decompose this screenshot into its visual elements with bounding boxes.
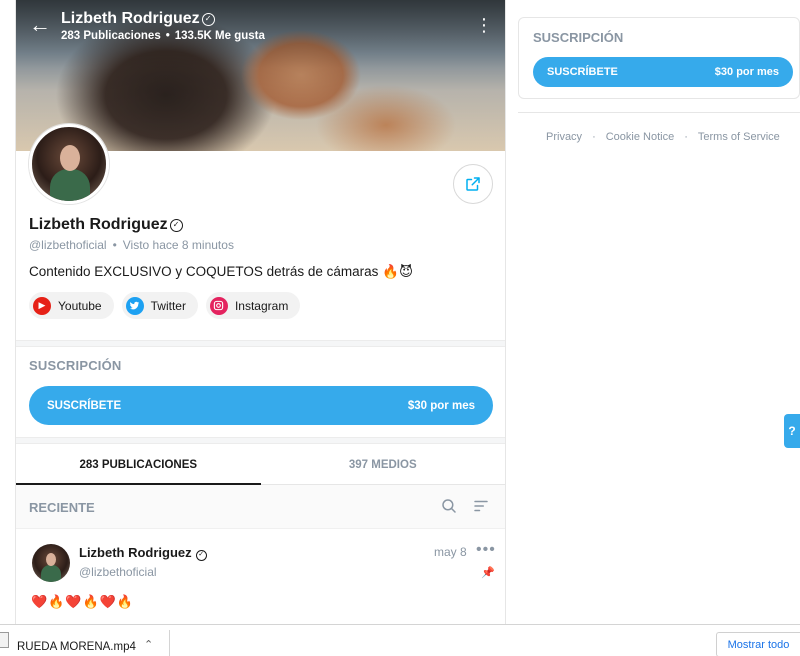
social-label: Twitter bbox=[150, 298, 186, 313]
share-button[interactable] bbox=[453, 164, 493, 204]
sort-icon[interactable] bbox=[472, 497, 492, 517]
avatar-body bbox=[50, 169, 90, 201]
verified-icon: ✓ bbox=[169, 219, 183, 232]
subscribe-label: SUSCRÍBETE bbox=[47, 399, 122, 412]
cover-name-text: Lizbeth Rodriguez bbox=[61, 10, 200, 27]
feed-section-label: RECIENTE bbox=[29, 500, 95, 515]
avatar-body bbox=[41, 565, 61, 582]
show-all-downloads-button[interactable]: Mostrar todo bbox=[716, 632, 800, 656]
tab-posts[interactable]: 283 PUBLICACIONES bbox=[16, 446, 261, 485]
subscribe-price: $30 por mes bbox=[714, 66, 779, 78]
social-link-twitter[interactable]: Twitter bbox=[121, 292, 198, 319]
feed-post: Lizbeth Rodriguez ✓ @lizbethoficial may 8… bbox=[16, 530, 505, 624]
sidebar-subscription-title: SUSCRIPCIÓN bbox=[533, 30, 624, 45]
post-more-icon[interactable]: ••• bbox=[476, 541, 496, 559]
more-options-icon[interactable]: ⋮ bbox=[475, 16, 493, 34]
post-handle[interactable]: @lizbethoficial bbox=[79, 565, 157, 579]
social-link-instagram[interactable]: Instagram bbox=[205, 292, 301, 319]
dot-separator: • bbox=[112, 238, 117, 252]
page: ← Lizbeth Rodriguez ✓ 283 Publicaciones • 1… bbox=[0, 0, 800, 656]
twitter-icon bbox=[125, 296, 144, 315]
avatar-face bbox=[46, 553, 56, 566]
post-date: may 8 bbox=[434, 545, 467, 559]
file-icon bbox=[0, 632, 9, 648]
post-text: ❤️🔥❤️🔥❤️🔥 bbox=[31, 594, 135, 609]
cover-stats: 283 Publicaciones • 133.5K Me gusta bbox=[61, 30, 265, 42]
profile-column: ← Lizbeth Rodriguez ✓ 283 Publicaciones • 1… bbox=[15, 0, 506, 624]
profile-name-text: Lizbeth Rodriguez bbox=[29, 216, 168, 233]
verified-icon: ✓ bbox=[201, 13, 215, 26]
sidebar-subscription-card: SUSCRIPCIÓN SUSCRÍBETE $30 por mes bbox=[518, 17, 800, 99]
profile-name: Lizbeth Rodriguez ✓ bbox=[29, 216, 183, 234]
likes-count: 133.5K Me gusta bbox=[174, 30, 265, 42]
footer-links: Privacy · Cookie Notice · Terms of Service bbox=[546, 131, 780, 143]
post-author[interactable]: Lizbeth Rodriguez ✓ bbox=[79, 545, 207, 561]
privacy-link[interactable]: Privacy bbox=[546, 131, 582, 143]
section-divider bbox=[16, 340, 505, 347]
pin-icon: 📌 bbox=[481, 567, 495, 579]
terms-link[interactable]: Terms of Service bbox=[698, 131, 780, 143]
profile-bio: Contenido EXCLUSIVO y COQUETOS detrás de… bbox=[29, 264, 414, 279]
help-icon: ? bbox=[788, 424, 796, 438]
dot-separator: · bbox=[684, 131, 688, 143]
download-bar: RUEDA MORENA.mp4 ⌃ Mostrar todo bbox=[0, 624, 800, 656]
sidebar-divider bbox=[518, 112, 800, 113]
instagram-icon bbox=[209, 296, 228, 315]
subscribe-button[interactable]: SUSCRÍBETE $30 por mes bbox=[29, 386, 493, 425]
share-icon bbox=[466, 177, 480, 191]
social-label: Instagram bbox=[234, 298, 289, 313]
posts-count: 283 Publicaciones bbox=[61, 30, 161, 42]
help-button[interactable]: ? bbox=[784, 414, 800, 448]
chevron-up-icon[interactable]: ⌃ bbox=[144, 638, 153, 651]
download-divider bbox=[169, 630, 170, 656]
content-tabs: 283 PUBLICACIONES 397 MEDIOS bbox=[16, 446, 505, 485]
subscribe-price: $30 por mes bbox=[407, 399, 475, 412]
post-avatar[interactable] bbox=[32, 544, 70, 582]
last-seen: Visto hace 8 minutos bbox=[122, 238, 234, 252]
verified-icon: ✓ bbox=[195, 550, 207, 561]
back-arrow-icon[interactable]: ← bbox=[28, 14, 52, 38]
profile-avatar[interactable] bbox=[29, 124, 109, 204]
cover-header: ← Lizbeth Rodriguez ✓ 283 Publicaciones • 1… bbox=[16, 0, 505, 52]
sidebar-subscribe-button[interactable]: SUSCRÍBETE $30 por mes bbox=[533, 57, 793, 87]
tab-media[interactable]: 397 MEDIOS bbox=[261, 446, 506, 484]
social-link-youtube[interactable]: ▶ Youtube bbox=[29, 292, 114, 319]
cookie-notice-link[interactable]: Cookie Notice bbox=[606, 131, 674, 143]
avatar-face bbox=[60, 145, 80, 171]
dot-separator: · bbox=[592, 131, 596, 143]
search-icon[interactable] bbox=[440, 497, 460, 517]
profile-meta: @lizbethoficial • Visto hace 8 minutos bbox=[29, 238, 234, 252]
profile-handle: @lizbethoficial bbox=[29, 238, 107, 252]
dot-separator: • bbox=[165, 30, 170, 42]
subscription-title: SUSCRIPCIÓN bbox=[29, 358, 122, 373]
post-author-text: Lizbeth Rodriguez bbox=[79, 545, 192, 560]
cover-profile-name: Lizbeth Rodriguez ✓ bbox=[61, 10, 215, 28]
subscribe-label: SUSCRÍBETE bbox=[547, 66, 618, 78]
social-label: Youtube bbox=[58, 298, 102, 313]
section-divider bbox=[16, 437, 505, 444]
youtube-icon: ▶ bbox=[33, 296, 51, 315]
download-file-name[interactable]: RUEDA MORENA.mp4 bbox=[17, 641, 136, 653]
feed-filter-bar: RECIENTE bbox=[16, 485, 505, 529]
social-links: ▶ Youtube Twitter Instagram bbox=[29, 292, 301, 319]
